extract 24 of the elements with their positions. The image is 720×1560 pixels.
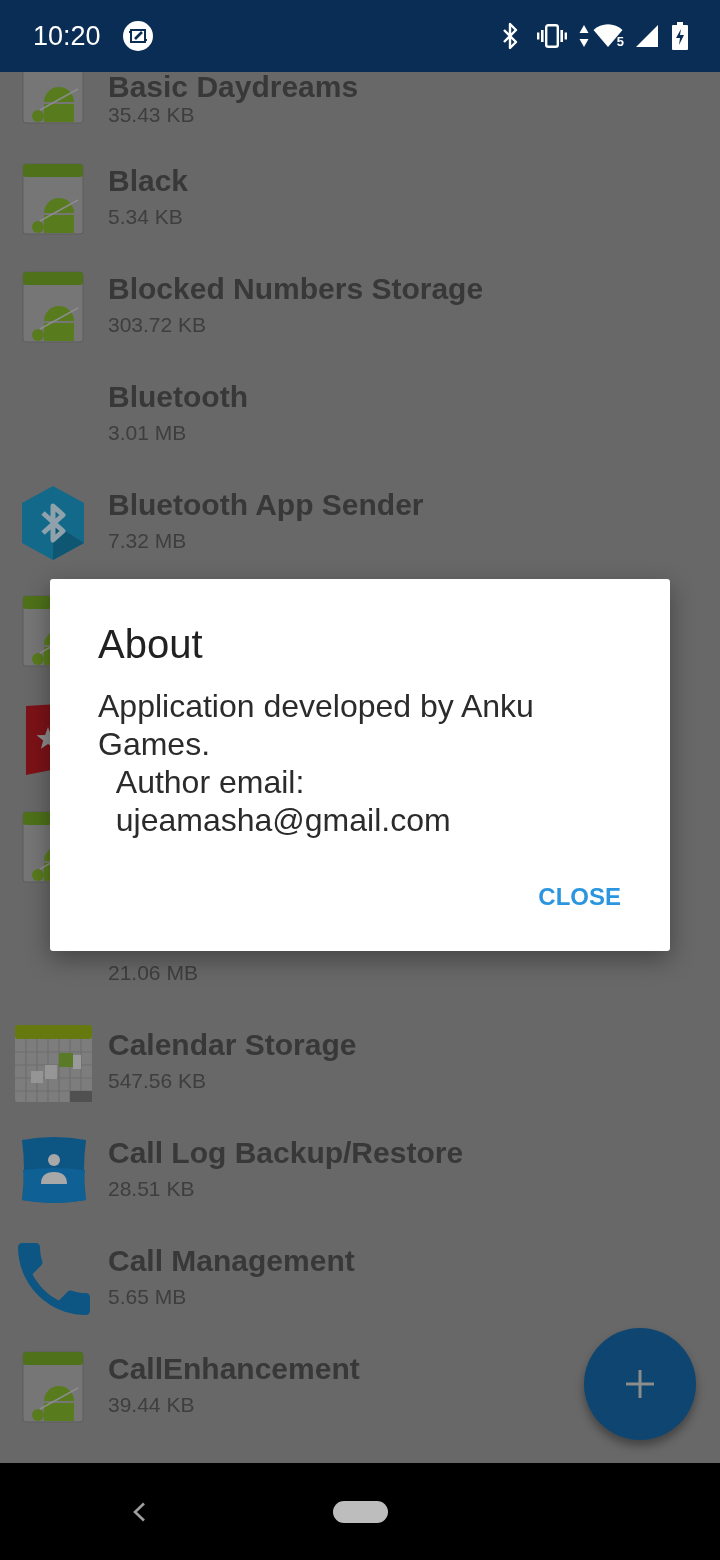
contact-card-icon <box>20 1136 88 1206</box>
robot-app-icon <box>22 595 50 667</box>
bluetooth-hexagon-icon <box>22 486 84 560</box>
crop-pencil-icon <box>122 21 153 51</box>
bookmark-star-icon <box>26 703 50 775</box>
battery-charging-icon <box>672 22 688 50</box>
close-button[interactable]: CLOSE <box>522 869 637 925</box>
robot-app-icon <box>22 271 84 343</box>
calendar-grid-icon <box>15 1024 92 1102</box>
dialog-title: About <box>97 621 204 667</box>
data-arrows-icon <box>578 23 589 49</box>
dialog-message: Application developed by Anku Games. Author email: ujeamasha@gmail.com <box>97 687 535 839</box>
back-icon[interactable] <box>132 1501 146 1522</box>
vibrate-icon <box>536 24 567 48</box>
wifi-icon <box>592 24 623 48</box>
clock-time: 10:20 <box>33 20 101 52</box>
robot-app-icon <box>22 811 50 883</box>
wifi-generation-label: 5 <box>616 35 624 49</box>
robot-app-icon <box>22 163 84 235</box>
robot-app-icon <box>22 1351 84 1423</box>
plus-icon <box>626 1370 654 1398</box>
bluetooth-icon <box>500 22 519 50</box>
home-button[interactable] <box>333 1500 388 1523</box>
signal-icon <box>636 25 658 47</box>
